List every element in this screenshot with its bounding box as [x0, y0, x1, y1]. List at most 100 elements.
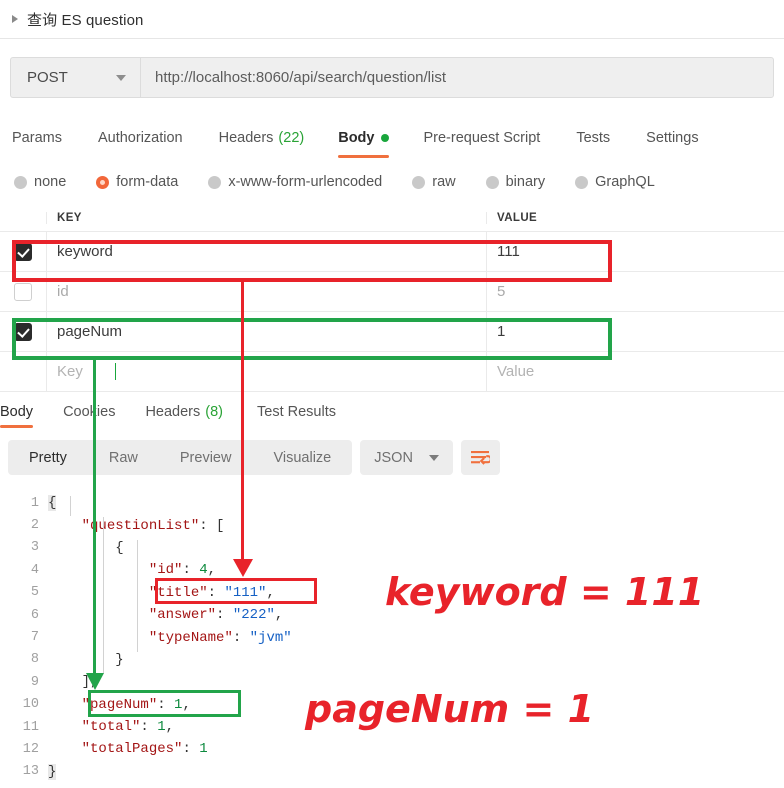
request-tab-pre-request-script[interactable]: Pre-request Script — [423, 118, 540, 158]
code-token — [48, 630, 149, 646]
line-number: 11 — [0, 720, 48, 735]
table-row: pageNum1 — [0, 312, 784, 352]
code-line: 7 "typeName": "jvm" — [0, 626, 784, 648]
code-token: "typeName" — [149, 630, 233, 646]
code-text: } — [48, 764, 56, 780]
code-token: , — [182, 697, 190, 713]
code-text: "questionList": [ — [48, 518, 224, 534]
code-token: "jvm" — [250, 630, 292, 646]
code-token: : — [182, 741, 199, 757]
row-value-input[interactable]: Value — [486, 352, 784, 391]
line-number: 1 — [0, 496, 48, 511]
http-method-selector[interactable]: POST — [11, 58, 141, 97]
response-body-json: 1{2 "questionList": [3 {4 "id": 4,5 "tit… — [0, 492, 784, 788]
fold-guide — [70, 496, 71, 516]
response-view-pretty[interactable]: Pretty — [8, 440, 88, 475]
response-tab-headers[interactable]: Headers(8) — [145, 396, 223, 428]
chevron-down-icon — [429, 455, 439, 461]
url-input[interactable]: http://localhost:8060/api/search/questio… — [141, 58, 773, 97]
response-view-preview[interactable]: Preview — [159, 440, 253, 475]
line-number: 3 — [0, 540, 48, 555]
code-token: { — [48, 495, 56, 511]
radio-button-icon — [96, 176, 109, 189]
row-key-text: Key — [57, 363, 83, 380]
body-type-label: none — [34, 174, 66, 190]
row-checkbox-cell — [0, 352, 46, 391]
row-enabled-checkbox[interactable] — [14, 283, 32, 301]
request-tab-label: Body — [338, 130, 374, 146]
code-token: , — [275, 607, 283, 623]
radio-button-icon — [486, 176, 499, 189]
response-tab-cookies[interactable]: Cookies — [63, 396, 115, 428]
annotation-label-keyword: keyword = 111 — [385, 570, 704, 614]
row-checkbox-cell — [0, 312, 46, 351]
request-tab-tests[interactable]: Tests — [576, 118, 610, 158]
row-key-input[interactable]: Key — [46, 352, 486, 391]
header-key-cell: KEY — [46, 212, 486, 224]
body-type-raw[interactable]: raw — [412, 174, 455, 190]
code-token: "totalPages" — [82, 741, 183, 757]
code-line: 2 "questionList": [ — [0, 514, 784, 536]
annotation-arrow-red-shaft — [241, 281, 244, 561]
request-tab-settings[interactable]: Settings — [646, 118, 698, 158]
response-view-raw[interactable]: Raw — [88, 440, 159, 475]
body-type-x-www-form-urlencoded[interactable]: x-www-form-urlencoded — [208, 174, 382, 190]
code-text: { — [48, 495, 56, 511]
row-enabled-checkbox[interactable] — [14, 323, 32, 341]
code-text: "pageNum": 1, — [48, 697, 191, 713]
row-value-input[interactable]: 5 — [486, 272, 784, 311]
row-key-input[interactable]: pageNum — [46, 312, 486, 351]
chevron-down-icon — [116, 75, 126, 81]
row-value-input[interactable]: 1 — [486, 312, 784, 351]
code-token: { — [48, 540, 124, 556]
body-type-graphql[interactable]: GraphQL — [575, 174, 655, 190]
code-text: "title": "111", — [48, 585, 275, 601]
code-token: } — [48, 764, 56, 780]
response-format-label: JSON — [374, 450, 413, 466]
row-key-input[interactable]: keyword — [46, 232, 486, 271]
request-tab-label: Authorization — [98, 130, 183, 146]
code-line: 13} — [0, 761, 784, 783]
response-view-visualize[interactable]: Visualize — [252, 440, 352, 475]
row-key-text: id — [57, 283, 69, 300]
code-token: "222" — [233, 607, 275, 623]
triangle-right-icon[interactable] — [12, 15, 18, 23]
request-tab-label: Pre-request Script — [423, 130, 540, 146]
body-type-form-data[interactable]: form-data — [96, 174, 178, 190]
form-data-table: KEY VALUE keyword111 id 5pageNum1 Key Value — [0, 205, 784, 392]
row-checkbox-cell — [0, 272, 46, 311]
response-view-label: Preview — [180, 450, 232, 466]
line-number: 10 — [0, 697, 48, 712]
row-key-input[interactable]: id — [46, 272, 486, 311]
annotation-label-pagenum: pageNum = 1 — [305, 687, 594, 731]
response-tab-test-results[interactable]: Test Results — [257, 396, 336, 428]
header-value-cell: VALUE — [486, 212, 784, 224]
response-tab-body[interactable]: Body — [0, 396, 33, 428]
response-tab-bar: Body Cookies Headers(8) Test Results — [0, 396, 784, 428]
code-token: : — [140, 719, 157, 735]
code-text: "total": 1, — [48, 719, 174, 735]
request-tab-authorization[interactable]: Authorization — [98, 118, 183, 158]
body-type-binary[interactable]: binary — [486, 174, 546, 190]
request-tab-body[interactable]: Body — [338, 118, 389, 158]
line-number: 7 — [0, 630, 48, 645]
code-token: "total" — [82, 719, 141, 735]
line-number: 9 — [0, 675, 48, 690]
code-token: : — [208, 585, 225, 601]
response-format-selector[interactable]: JSON — [360, 440, 453, 475]
code-token: "id" — [149, 562, 183, 578]
code-token: , — [266, 585, 274, 601]
body-type-label: form-data — [116, 174, 178, 190]
row-enabled-checkbox[interactable] — [14, 243, 32, 261]
request-tab-params[interactable]: Params — [12, 118, 62, 158]
row-value-text: Value — [497, 363, 534, 380]
word-wrap-button[interactable] — [461, 440, 500, 475]
response-tab-label: Test Results — [257, 404, 336, 420]
radio-button-icon — [575, 176, 588, 189]
active-tab-underline — [338, 155, 389, 158]
request-tab-label: Params — [12, 130, 62, 146]
request-tab-headers[interactable]: Headers(22) — [219, 118, 305, 158]
body-type-none[interactable]: none — [14, 174, 66, 190]
row-value-input[interactable]: 111 — [486, 232, 784, 271]
code-token: "title" — [149, 585, 208, 601]
